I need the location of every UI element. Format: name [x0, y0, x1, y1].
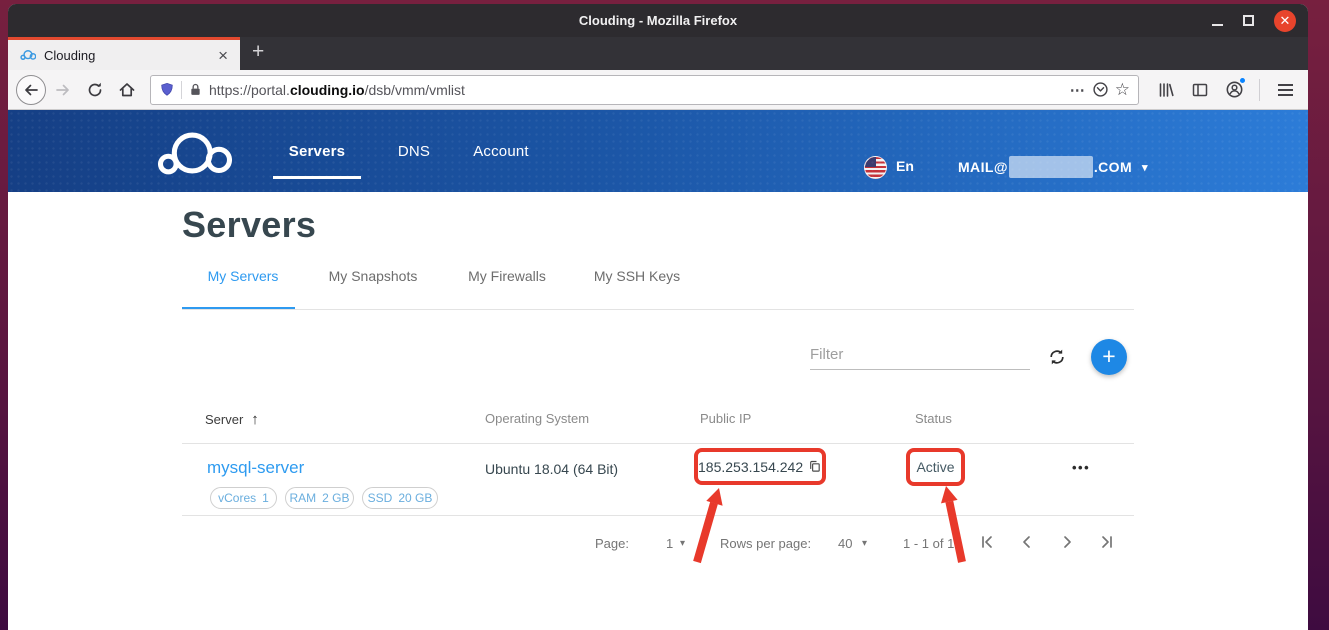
add-server-button[interactable]: + — [1091, 339, 1127, 375]
refresh-button[interactable] — [1045, 345, 1069, 369]
first-page-icon — [982, 536, 992, 548]
page-label: Page: — [595, 536, 629, 551]
nav-link-servers[interactable]: Servers — [273, 110, 361, 192]
status-badge: Active — [916, 459, 955, 475]
browser-toolbar: https://portal.clouding.io/dsb/vmm/vmlis… — [8, 70, 1308, 110]
last-page-icon — [1102, 536, 1112, 548]
header-divider — [182, 443, 1134, 444]
sidebar-icon — [1192, 83, 1208, 96]
language-selector[interactable]: En — [896, 158, 914, 174]
reload-button[interactable] — [80, 75, 110, 105]
rows-caret-icon[interactable]: ▾ — [862, 538, 867, 549]
os-cell: Ubuntu 18.04 (64 Bit) — [485, 461, 619, 477]
site-navbar: Servers DNS Account En MAIL@ .COM ▾ — [8, 110, 1308, 192]
rows-per-page-select[interactable]: 40 — [838, 536, 852, 551]
chip-vcores: vCores 1 — [210, 487, 277, 509]
window-title: Clouding - Mozilla Firefox — [578, 13, 738, 28]
plus-icon: + — [1102, 342, 1116, 369]
library-button[interactable] — [1151, 75, 1181, 105]
page-number-select[interactable]: 1 — [666, 536, 673, 551]
maximize-icon[interactable] — [1243, 15, 1254, 26]
window-titlebar[interactable]: Clouding - Mozilla Firefox ✕ — [8, 4, 1308, 37]
hamburger-icon — [1277, 83, 1293, 96]
bookmark-star-icon[interactable]: ☆ — [1115, 80, 1130, 100]
desktop-background: Clouding - Mozilla Firefox ✕ Clouding × … — [0, 0, 1329, 630]
account-notification-dot — [1239, 76, 1246, 84]
tab-my-servers[interactable]: My Servers — [208, 268, 279, 290]
home-icon — [119, 82, 135, 96]
chevron-down-icon: ▾ — [1142, 161, 1148, 174]
pagination-range: 1 - 1 of 1 — [903, 536, 955, 551]
https-lock-icon — [191, 83, 200, 95]
menu-button[interactable] — [1270, 75, 1300, 105]
toolbar-right-icons — [1151, 75, 1300, 105]
copy-icon[interactable] — [808, 459, 822, 474]
email-suffix: .COM — [1093, 159, 1133, 175]
column-header-ip: Public IP — [700, 411, 752, 426]
chevron-left-icon — [1023, 536, 1030, 548]
back-arrow-icon — [25, 84, 38, 95]
minimize-icon[interactable] — [1212, 23, 1223, 26]
browser-tabstrip: Clouding × + — [8, 37, 1308, 70]
row-actions-menu-icon[interactable]: ••• — [1072, 460, 1090, 475]
us-flag-icon[interactable] — [864, 156, 887, 179]
tab-close-icon[interactable]: × — [214, 47, 232, 64]
page-actions-icon[interactable]: ⋯ — [1070, 81, 1086, 99]
back-button[interactable] — [16, 74, 46, 105]
close-icon[interactable]: ✕ — [1274, 9, 1296, 32]
previous-page-button[interactable] — [1017, 532, 1037, 552]
home-button[interactable] — [112, 75, 142, 105]
tab-my-firewalls[interactable]: My Firewalls — [468, 268, 546, 290]
url-text: https://portal.clouding.io/dsb/vmm/vmlis… — [209, 81, 465, 98]
account-button[interactable] — [1219, 75, 1249, 105]
urlbar-separator — [181, 80, 182, 99]
chip-ram: RAM 2 GB — [285, 487, 354, 509]
servers-page: Servers My Servers My Snapshots My Firew… — [8, 192, 1308, 630]
forward-button[interactable] — [48, 75, 78, 105]
nav-link-dns[interactable]: DNS — [380, 110, 448, 192]
status-annotation-box: Active — [906, 448, 965, 486]
firefox-window: Clouding - Mozilla Firefox ✕ Clouding × … — [8, 4, 1308, 630]
server-name-link[interactable]: mysql-server — [207, 458, 304, 478]
row-divider — [182, 515, 1134, 516]
page-title: Servers — [182, 204, 317, 245]
reload-icon — [88, 82, 102, 96]
pocket-icon[interactable] — [1092, 81, 1109, 98]
sort-ascending-icon: ↑ — [251, 411, 259, 428]
chevron-right-icon — [1064, 536, 1071, 548]
library-icon — [1159, 82, 1174, 97]
tab-my-snapshots[interactable]: My Snapshots — [329, 268, 418, 290]
email-redacted-blur — [1008, 156, 1093, 178]
tracking-protection-shield-icon — [161, 82, 173, 96]
first-page-button[interactable] — [977, 532, 997, 552]
tab-my-ssh-keys[interactable]: My SSH Keys — [594, 268, 680, 290]
tab-title: Clouding — [44, 47, 96, 63]
filter-input[interactable] — [810, 339, 1030, 370]
refresh-icon — [1050, 349, 1064, 365]
public-ip-annotation-box: 185.253.154.242 — [694, 448, 826, 485]
clouding-logo-icon — [158, 132, 232, 175]
account-menu[interactable]: MAIL@ .COM ▾ — [958, 156, 1148, 178]
column-header-status: Status — [915, 411, 952, 426]
page-caret-icon[interactable]: ▾ — [680, 538, 685, 549]
new-tab-button[interactable]: + — [240, 37, 276, 70]
browser-tab-clouding[interactable]: Clouding × — [8, 37, 240, 70]
url-bar[interactable]: https://portal.clouding.io/dsb/vmm/vmlis… — [150, 74, 1139, 105]
clouding-favicon-icon — [20, 50, 36, 60]
sidebar-button[interactable] — [1185, 75, 1215, 105]
last-page-button[interactable] — [1097, 532, 1117, 552]
column-header-os: Operating System — [485, 411, 590, 426]
email-prefix: MAIL@ — [958, 159, 1008, 175]
tabs-divider — [182, 309, 1134, 310]
rows-per-page-label: Rows per page: — [720, 536, 812, 551]
window-controls: ✕ — [1212, 4, 1296, 37]
public-ip-value: 185.253.154.242 — [698, 458, 804, 475]
chip-ssd: SSD 20 GB — [362, 487, 438, 509]
nav-link-account[interactable]: Account — [455, 110, 547, 192]
toolbar-divider — [1259, 78, 1260, 101]
forward-arrow-icon — [56, 84, 69, 95]
column-header-server[interactable]: Server ↑ — [205, 411, 259, 428]
next-page-button[interactable] — [1057, 532, 1077, 552]
